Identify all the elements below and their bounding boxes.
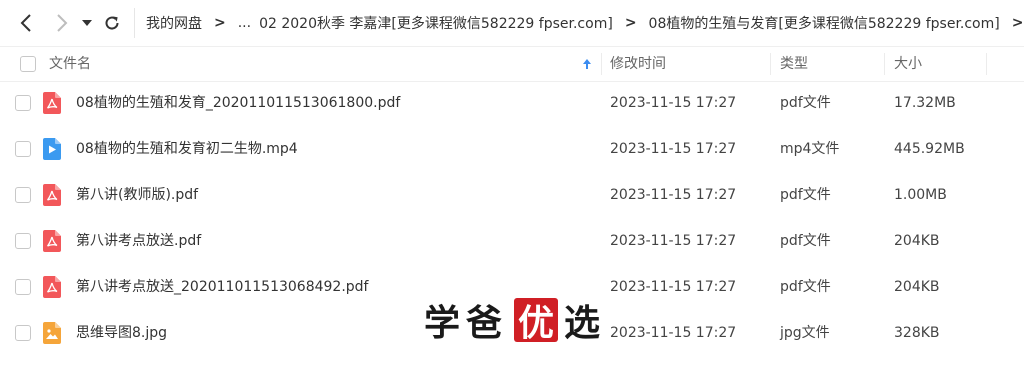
- breadcrumb-item-ellipsis[interactable]: ...: [238, 15, 251, 31]
- file-size: 1.00MB: [894, 187, 947, 203]
- toolbar: 我的网盘 > ... 02 2020秋季 李嘉津[更多课程微信582229 fp…: [0, 0, 1024, 46]
- file-size: 17.32MB: [894, 95, 956, 111]
- forward-button[interactable]: [52, 11, 72, 35]
- file-modified-time: 2023-11-15 17:27: [610, 233, 737, 249]
- row-checkbox[interactable]: [15, 95, 31, 111]
- file-name[interactable]: 08植物的生殖和发育初二生物.mp4: [76, 126, 298, 172]
- row-checkbox[interactable]: [15, 279, 31, 295]
- breadcrumb-separator: >: [214, 15, 226, 31]
- breadcrumb-separator: >: [624, 15, 637, 31]
- breadcrumb-separator: >: [1011, 15, 1024, 31]
- refresh-icon: [105, 16, 119, 30]
- file-name[interactable]: 08植物的生殖和发育_20201101151306180​0.pdf: [76, 80, 400, 126]
- file-size: 445.92MB: [894, 141, 965, 157]
- chevron-left-icon: [20, 14, 31, 32]
- file-modified-time: 2023-11-15 17:27: [610, 325, 737, 341]
- column-divider[interactable]: [884, 53, 885, 75]
- file-name[interactable]: 第八讲考点放送.pdf: [76, 218, 201, 264]
- watermark-text: 选: [564, 303, 607, 344]
- arrow-up-icon: [583, 59, 591, 69]
- row-checkbox[interactable]: [15, 141, 31, 157]
- file-size: 328KB: [894, 325, 940, 341]
- column-header-type[interactable]: 类型: [780, 47, 808, 81]
- file-list-header: 文件名 修改时间 类型 大小: [0, 46, 1024, 82]
- history-dropdown-button[interactable]: [80, 11, 94, 35]
- row-checkbox[interactable]: [15, 187, 31, 203]
- file-type: pdf文件: [780, 95, 831, 111]
- file-name[interactable]: 第八讲(教师版).pdf: [76, 172, 198, 218]
- column-divider[interactable]: [986, 53, 987, 75]
- sort-ascending-icon[interactable]: [582, 47, 592, 81]
- column-header-name[interactable]: 文件名: [49, 47, 91, 81]
- video-file-icon: [43, 138, 61, 160]
- file-name[interactable]: 第八讲考点放送_20201101151306849​2.pdf: [76, 264, 368, 310]
- watermark-logo: 学爸 优 选: [424, 296, 606, 344]
- chevron-right-icon: [57, 14, 68, 32]
- watermark-text: 学爸: [424, 303, 509, 344]
- file-modified-time: 2023-11-15 17:27: [610, 187, 737, 203]
- caret-down-icon: [82, 20, 92, 26]
- column-divider[interactable]: [601, 53, 602, 75]
- file-modified-time: 2023-11-15 17:27: [610, 141, 737, 157]
- file-type: pdf文件: [780, 233, 831, 249]
- pdf-file-icon: [43, 184, 61, 206]
- pdf-file-icon: [43, 92, 61, 114]
- file-row[interactable]: 第八讲考点放送.pdf 2023-11-15 17:27 pdf文件 204KB: [0, 218, 1024, 264]
- column-header-size[interactable]: 大小: [894, 47, 922, 81]
- file-size: 204KB: [894, 233, 940, 249]
- breadcrumb-item-course[interactable]: 02 2020秋季 李嘉津[更多课程微信582229 fpser.com]: [259, 13, 613, 33]
- file-row[interactable]: 08植物的生殖和发育_20201101151306180​0.pdf 2023-1…: [0, 80, 1024, 126]
- back-button[interactable]: [16, 11, 36, 35]
- watermark-seal: 优: [514, 298, 559, 344]
- pdf-file-icon: [43, 276, 61, 298]
- file-row[interactable]: 08植物的生殖和发育初二生物.mp4 2023-11-15 17:27 mp4文件 4…: [0, 126, 1024, 172]
- file-name[interactable]: 思维导图8.jpg: [76, 310, 167, 356]
- column-divider[interactable]: [770, 53, 771, 75]
- column-header-modified[interactable]: 修改时间: [610, 47, 666, 81]
- file-type: jpg文件: [780, 325, 830, 341]
- breadcrumb: 我的网盘 > ... 02 2020秋季 李嘉津[更多课程微信582229 fp…: [146, 12, 1024, 34]
- refresh-button[interactable]: [102, 11, 122, 35]
- pdf-file-icon: [43, 230, 61, 252]
- file-size: 204KB: [894, 279, 940, 295]
- toolbar-divider: [134, 8, 135, 38]
- row-checkbox[interactable]: [15, 233, 31, 249]
- file-row[interactable]: 第八讲(教师版).pdf 2023-11-15 17:27 pdf文件 1.00MB: [0, 172, 1024, 218]
- file-type: pdf文件: [780, 279, 831, 295]
- file-modified-time: 2023-11-15 17:27: [610, 95, 737, 111]
- breadcrumb-item-root[interactable]: 我的网盘: [146, 13, 202, 33]
- image-file-icon: [43, 322, 61, 344]
- row-checkbox[interactable]: [15, 325, 31, 341]
- breadcrumb-item-current[interactable]: 08植物的生殖与发育[更多课程微信582229 fpser.com]: [649, 13, 1000, 33]
- select-all-checkbox[interactable]: [20, 56, 36, 72]
- file-type: mp4文件: [780, 141, 840, 157]
- file-type: pdf文件: [780, 187, 831, 203]
- file-modified-time: 2023-11-15 17:27: [610, 279, 737, 295]
